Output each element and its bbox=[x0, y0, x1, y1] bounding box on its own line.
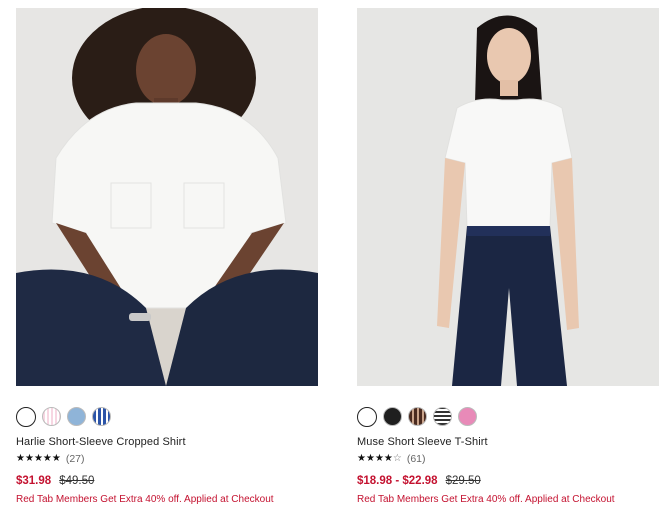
product-name[interactable]: Muse Short Sleeve T-Shirt bbox=[357, 436, 659, 448]
swatch-white[interactable] bbox=[16, 406, 36, 427]
swatch-pink-stripe[interactable] bbox=[42, 407, 61, 426]
star-rating: ★ ★ ★ ★ ☆ bbox=[357, 453, 402, 465]
price: $18.98 - $22.98 $29.50 bbox=[357, 475, 659, 487]
swatch-light-blue[interactable] bbox=[67, 407, 86, 426]
original-price: $29.50 bbox=[445, 475, 481, 487]
star-half-icon: ☆ bbox=[392, 453, 402, 464]
star-rating: ★ ★ ★ ★ ★ bbox=[16, 453, 61, 465]
swatch-pink[interactable] bbox=[458, 407, 477, 426]
sale-price: $18.98 - $22.98 bbox=[357, 475, 438, 487]
product-card[interactable]: Harlie Short-Sleeve Cropped Shirt ★ ★ ★ … bbox=[16, 0, 318, 505]
star-icon: ★ bbox=[16, 453, 25, 464]
star-icon: ★ bbox=[24, 453, 34, 464]
product-card[interactable]: Muse Short Sleeve T-Shirt ★ ★ ★ ★ ☆ (61)… bbox=[357, 0, 659, 505]
star-icon: ★ bbox=[33, 453, 43, 464]
product-image[interactable] bbox=[357, 8, 659, 386]
star-icon: ★ bbox=[357, 453, 366, 464]
promo-text: Red Tab Members Get Extra 40% off. Appli… bbox=[16, 494, 274, 505]
product-image[interactable] bbox=[16, 8, 318, 386]
star-icon: ★ bbox=[383, 453, 393, 464]
swatch-white[interactable] bbox=[357, 406, 377, 427]
star-icon: ★ bbox=[374, 453, 384, 464]
color-swatches bbox=[16, 406, 318, 427]
color-swatches bbox=[357, 406, 659, 427]
product-rating: ★ ★ ★ ★ ★ (27) bbox=[16, 453, 318, 465]
price: $31.98 $49.50 bbox=[16, 475, 318, 487]
promo-text: Red Tab Members Get Extra 40% off. Appli… bbox=[357, 494, 615, 505]
product-name[interactable]: Harlie Short-Sleeve Cropped Shirt bbox=[16, 436, 318, 448]
swatch-blue-stripe[interactable] bbox=[92, 407, 111, 426]
rating-count: (61) bbox=[406, 453, 426, 465]
original-price: $49.50 bbox=[59, 475, 95, 487]
swatch-black[interactable] bbox=[383, 407, 402, 426]
star-icon: ★ bbox=[365, 453, 375, 464]
product-rating: ★ ★ ★ ★ ☆ (61) bbox=[357, 453, 659, 465]
sale-price: $31.98 bbox=[16, 475, 52, 487]
swatch-brown-stripe[interactable] bbox=[408, 407, 427, 426]
rating-count: (27) bbox=[65, 453, 85, 465]
star-icon: ★ bbox=[42, 453, 52, 464]
swatch-black-white-stripe[interactable] bbox=[433, 407, 452, 426]
star-icon: ★ bbox=[51, 453, 61, 464]
